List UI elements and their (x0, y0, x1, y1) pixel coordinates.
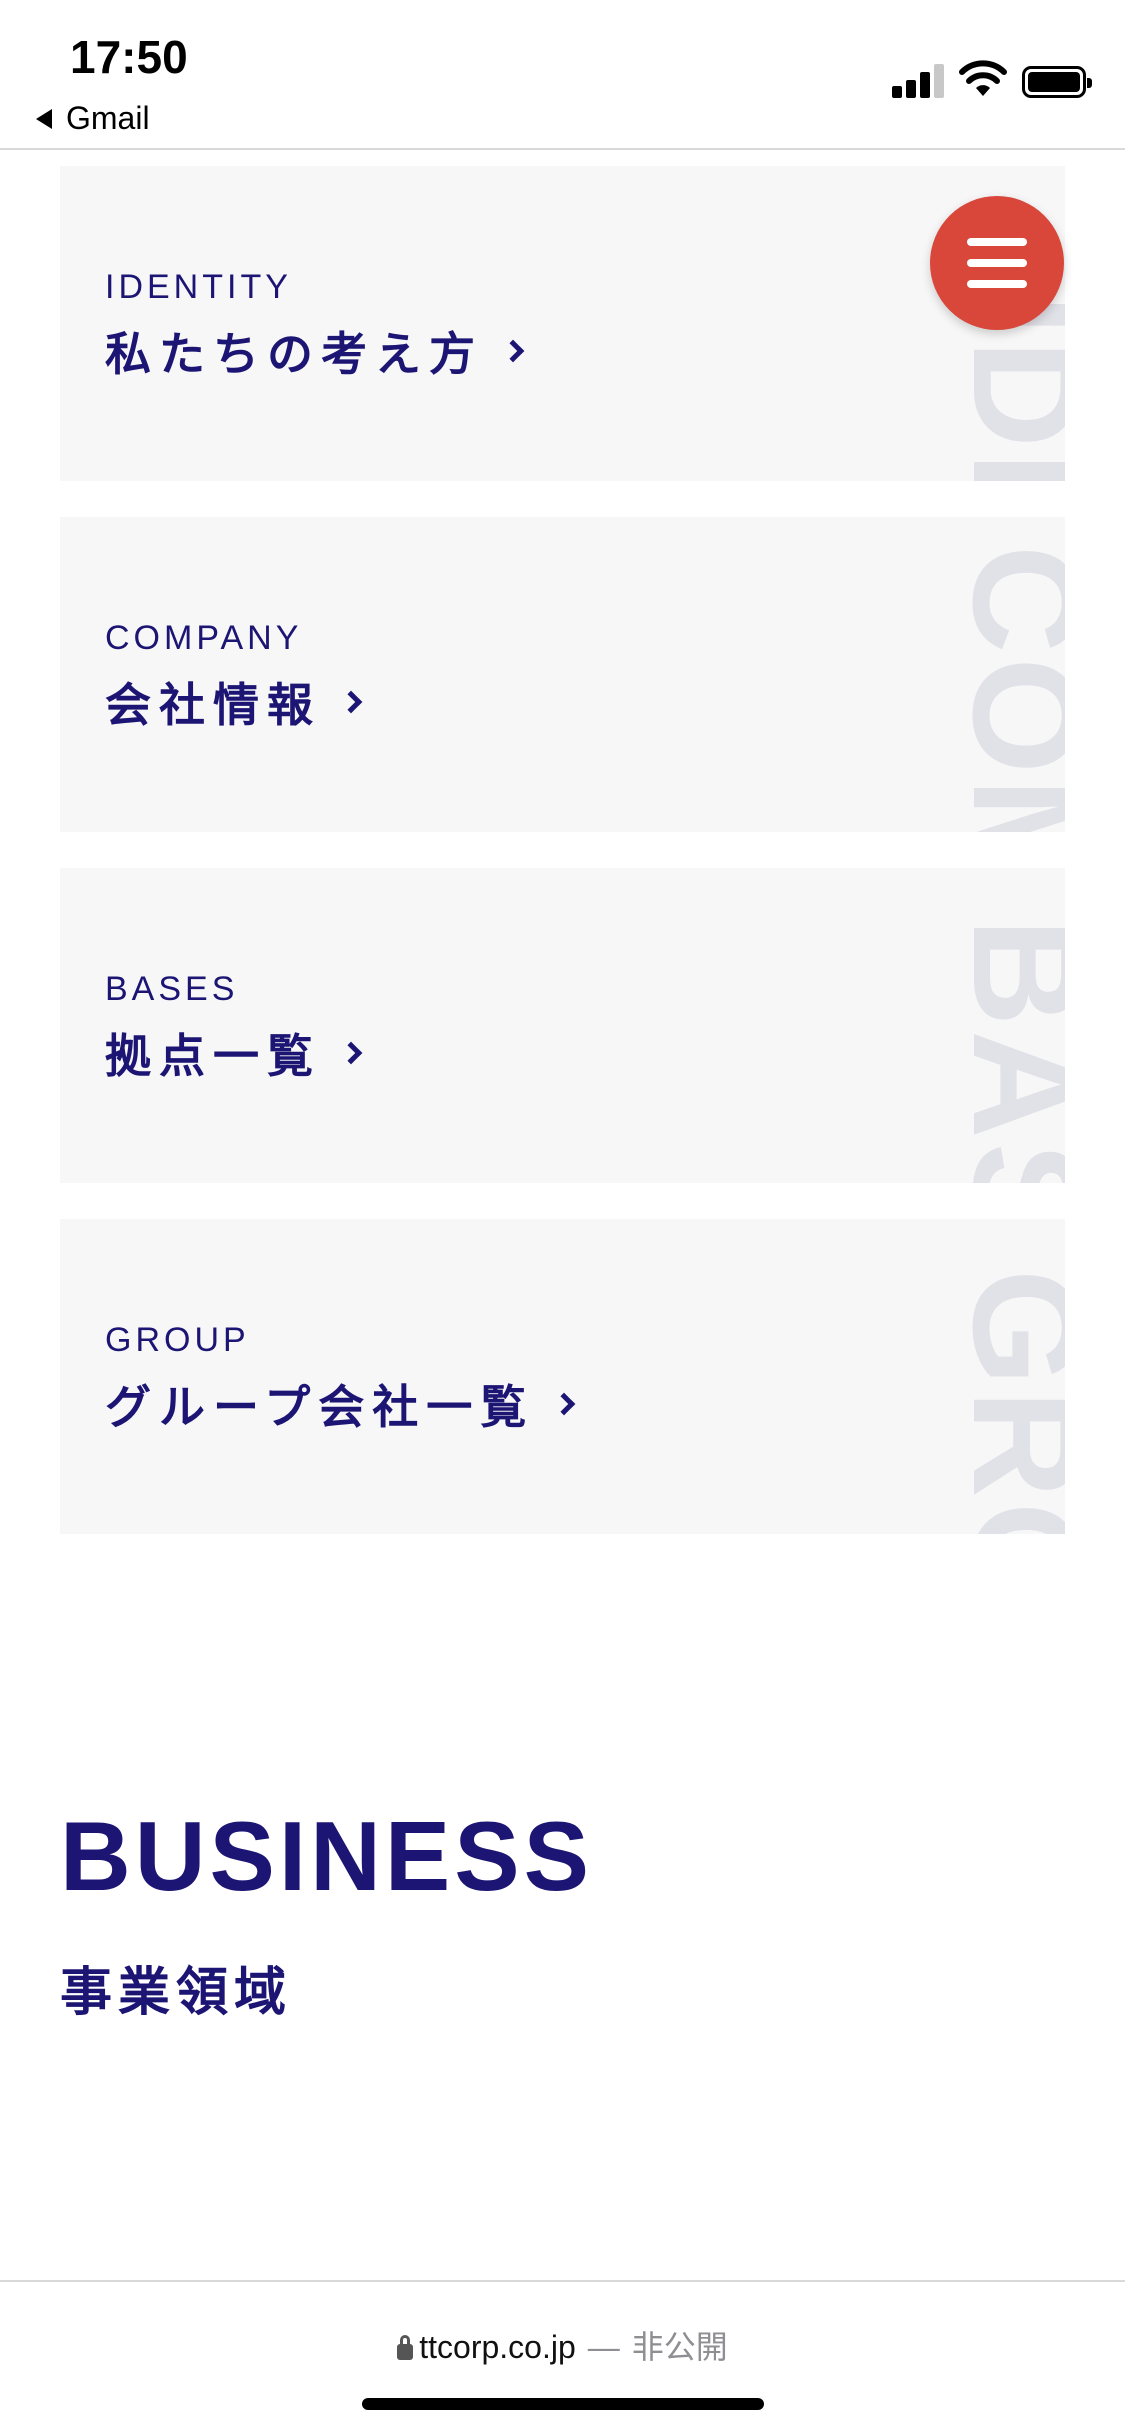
card-japanese-label: 私たちの考え方 (105, 327, 483, 381)
card-watermark: COM (945, 545, 1065, 832)
card-english-label: GROUP (105, 1321, 250, 1359)
status-bar: 17:50 Gmail (0, 0, 1125, 150)
card-english-label: IDENTITY (105, 268, 292, 306)
card-watermark: BAS (945, 918, 1065, 1183)
card-japanese-label: グループ会社一覧 (105, 1380, 535, 1434)
nav-card-group[interactable]: GRO GROUP グループ会社一覧 (60, 1219, 1065, 1534)
home-indicator[interactable] (362, 2398, 764, 2410)
card-japanese-title: グループ会社一覧 (105, 1371, 576, 1437)
card-japanese-label: 会社情報 (105, 678, 321, 732)
card-english-label: COMPANY (105, 619, 303, 657)
nav-card-bases[interactable]: BAS BASES 拠点一覧 (60, 868, 1065, 1183)
back-to-gmail-link[interactable]: Gmail (36, 100, 150, 137)
business-section-subtitle: 事業領域 (60, 1963, 293, 2023)
url-privacy-status: 非公開 (631, 2329, 728, 2365)
card-japanese-title: 拠点一覧 (105, 1020, 363, 1086)
business-section-title: BUSINESS (60, 1801, 594, 1911)
card-japanese-title: 私たちの考え方 (105, 318, 525, 384)
browser-url-bar[interactable]: ttcorp.co.jp — 非公開 (0, 2280, 1125, 2436)
hamburger-menu-button[interactable] (930, 196, 1064, 330)
chevron-right-icon (339, 690, 363, 714)
status-time: 17:50 (70, 31, 188, 83)
url-domain: ttcorp.co.jp (419, 2329, 576, 2365)
card-watermark: GRO (945, 1269, 1065, 1534)
back-app-label: Gmail (66, 100, 150, 136)
hamburger-menu-icon (967, 238, 1027, 246)
back-arrow-icon (36, 108, 52, 129)
nav-card-identity[interactable]: IDE IDENTITY 私たちの考え方 (60, 166, 1065, 481)
wifi-icon (959, 60, 1007, 96)
lock-icon (397, 2335, 414, 2360)
cellular-signal-icon (892, 62, 944, 98)
url-display[interactable]: ttcorp.co.jp — 非公開 (0, 2322, 1125, 2368)
screen: 17:50 Gmail IDE IDENTITY 私たちの考え方 (0, 0, 1125, 2436)
card-japanese-title: 会社情報 (105, 669, 363, 735)
url-separator: — (587, 2329, 620, 2365)
chevron-right-icon (501, 339, 525, 363)
chevron-right-icon (552, 1392, 576, 1416)
battery-icon (1022, 66, 1092, 98)
card-english-label: BASES (105, 970, 239, 1008)
card-japanese-label: 拠点一覧 (105, 1029, 321, 1083)
nav-card-company[interactable]: COM COMPANY 会社情報 (60, 517, 1065, 832)
chevron-right-icon (339, 1041, 363, 1065)
